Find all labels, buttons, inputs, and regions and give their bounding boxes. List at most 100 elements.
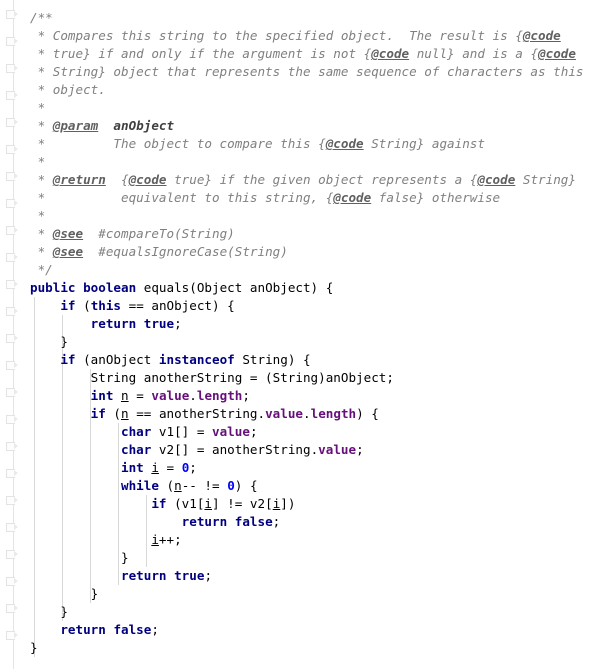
code-line-text[interactable]: int n = value.length; [30,387,250,405]
code-line[interactable]: * [0,207,596,225]
code-token: ( [105,406,122,421]
code-surface[interactable]: /** * Compares this string to the specif… [0,0,596,669]
code-token: @param [52,118,99,133]
code-line-text[interactable]: while (n-- != 0) { [30,477,258,495]
code-line-text[interactable]: */ [30,261,53,279]
code-line-text[interactable]: * @see #equalsIgnoreCase(String) [30,243,288,261]
code-line[interactable]: */ [0,261,596,279]
code-token: ; [356,442,364,457]
code-line[interactable]: * String} object that represents the sam… [0,63,596,81]
code-line-text[interactable]: * @param anObject [30,117,175,135]
code-line[interactable]: * Compares this string to the specified … [0,27,596,45]
code-token: return [121,568,167,583]
code-token: @code [128,172,167,187]
code-line-text[interactable]: String anotherString = (String)anObject; [30,369,394,387]
code-line[interactable]: while (n-- != 0) { [0,477,596,495]
code-token: this [90,298,122,313]
code-line-text[interactable]: return true; [30,315,182,333]
code-token: @code [333,190,372,205]
code-line-text[interactable]: * [30,207,46,225]
code-line[interactable]: return true; [0,567,596,585]
code-token: * [30,154,46,169]
code-line[interactable]: if (this == anObject) { [0,297,596,315]
code-line[interactable]: * object. [0,81,596,99]
code-line[interactable]: i++; [0,531,596,549]
code-token: * true} if and only if the argument is n… [30,46,372,61]
code-line-text[interactable]: * @return {@code true} if the given obje… [30,171,576,189]
code-token: n [174,478,182,493]
code-line-text[interactable]: } [30,639,38,657]
code-line[interactable]: int n = value.length; [0,387,596,405]
code-token: == anotherString. [128,406,266,421]
code-line-text[interactable]: } [30,603,68,621]
code-line[interactable]: } [0,549,596,567]
code-line[interactable]: int i = 0; [0,459,596,477]
code-token: */ [30,262,53,277]
code-token: * [30,118,53,133]
code-line[interactable]: * equivalent to this string, {@code fals… [0,189,596,207]
code-editor[interactable]: /** * Compares this string to the specif… [0,0,596,669]
code-token: * object. [30,82,106,97]
code-line-text[interactable]: char v2[] = anotherString.value; [30,441,364,459]
code-line-text[interactable]: return false; [30,513,281,531]
code-line-text[interactable]: if (n == anotherString.value.length) { [30,405,379,423]
code-line-text[interactable]: * [30,153,46,171]
code-line-text[interactable]: * @see #compareTo(String) [30,225,235,243]
code-token: value [212,424,250,439]
code-line[interactable]: String anotherString = (String)anObject; [0,369,596,387]
code-token: . [303,406,311,421]
code-line[interactable]: if (anObject instanceof String) { [0,351,596,369]
code-line[interactable]: } [0,639,596,657]
code-token: true [174,568,205,583]
code-line[interactable]: * The object to compare this {@code Stri… [0,135,596,153]
code-line-text[interactable]: * object. [30,81,106,99]
code-line-text[interactable]: } [30,549,129,567]
code-line-text[interactable]: * equivalent to this string, {@code fals… [30,189,501,207]
code-line-text[interactable]: return true; [30,567,212,585]
code-line-text[interactable]: int i = 0; [30,459,197,477]
code-line[interactable]: } [0,333,596,351]
code-line[interactable]: * @see #compareTo(String) [0,225,596,243]
code-line[interactable]: return false; [0,621,596,639]
code-line[interactable]: } [0,585,596,603]
code-token: * [30,226,53,241]
code-line-text[interactable]: * The object to compare this {@code Stri… [30,135,485,153]
code-line[interactable]: char v2[] = anotherString.value; [0,441,596,459]
code-line[interactable]: * @see #equalsIgnoreCase(String) [0,243,596,261]
code-line-text[interactable]: * String} object that represents the sam… [30,63,584,81]
code-line-text[interactable]: char v1[] = value; [30,423,258,441]
code-line-text[interactable]: /** [30,9,53,27]
code-line-text[interactable]: * true} if and only if the argument is n… [30,45,576,63]
code-token: * The object to compare this { [30,136,326,151]
code-line-text[interactable]: if (v1[i] != v2[i]) [30,495,295,513]
code-line[interactable]: * true} if and only if the argument is n… [0,45,596,63]
code-token: * Compares this string to the specified … [30,28,523,43]
code-line[interactable]: * @return {@code true} if the given obje… [0,171,596,189]
code-token: i [204,496,213,511]
code-line[interactable]: public boolean equals(Object anObject) { [0,279,596,297]
code-line[interactable]: /** [0,9,596,27]
code-token: while [121,478,159,493]
code-line[interactable]: if (v1[i] != v2[i]) [0,495,596,513]
code-line[interactable]: return true; [0,315,596,333]
code-line-text[interactable]: } [30,585,99,603]
code-line-text[interactable]: public boolean equals(Object anObject) { [30,279,333,297]
code-line-text[interactable]: i++; [30,531,181,549]
code-line[interactable]: * @param anObject [0,117,596,135]
code-line-text[interactable]: if (anObject instanceof String) { [30,351,310,369]
code-line[interactable]: if (n == anotherString.value.length) { [0,405,596,423]
code-line[interactable]: char v1[] = value; [0,423,596,441]
code-line-text[interactable]: if (this == anObject) { [30,297,234,315]
code-line-text[interactable]: * Compares this string to the specified … [30,27,561,45]
code-line[interactable]: * [0,153,596,171]
code-line[interactable]: } [0,603,596,621]
code-line[interactable]: return false; [0,513,596,531]
code-line-text[interactable]: return false; [30,621,159,639]
code-line[interactable]: * [0,99,596,117]
code-line-text[interactable]: } [30,333,68,351]
code-line-text[interactable]: * [30,99,46,117]
